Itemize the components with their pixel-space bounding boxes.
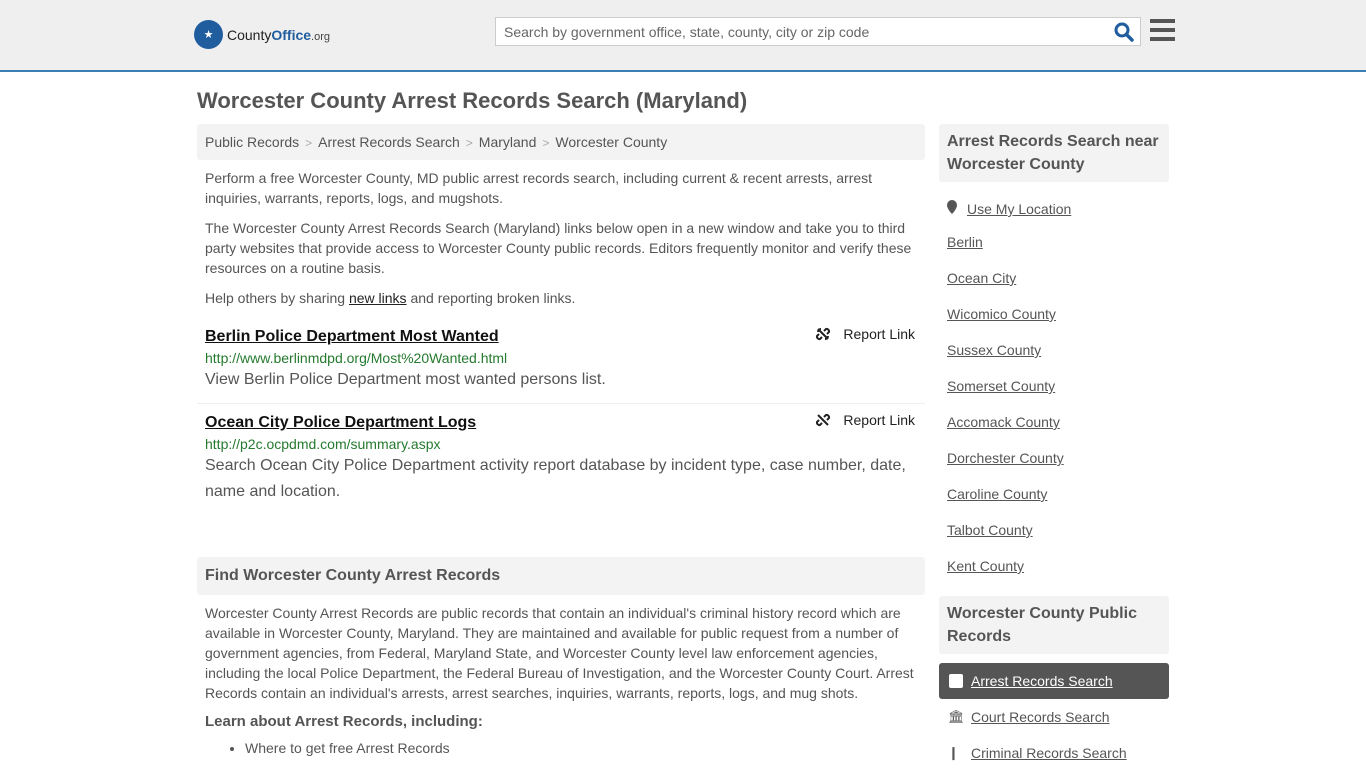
nearby-link-berlin[interactable]: Berlin (947, 234, 1161, 270)
find-section-body: Worcester County Arrest Records are publ… (205, 605, 914, 701)
sidebar-item-court-records[interactable]: 🏛 Court Records Search (939, 699, 1169, 735)
page-title: Worcester County Arrest Records Search (… (197, 88, 748, 113)
arrest-icon (949, 674, 963, 688)
search-box (495, 17, 1141, 46)
breadcrumb-arrest-records[interactable]: Arrest Records Search (318, 134, 460, 150)
nearby-link-sussex[interactable]: Sussex County (947, 342, 1161, 378)
find-section-heading: Find Worcester County Arrest Records (197, 557, 925, 595)
link-description: Search Ocean City Police Department acti… (205, 457, 906, 500)
map-pin-icon (947, 200, 957, 214)
sidebar-item-label[interactable]: Criminal Records Search (971, 745, 1127, 761)
nearby-link-caroline[interactable]: Caroline County (947, 486, 1161, 522)
logo-accent: Office (271, 26, 312, 43)
site-header: ★ CountyOffice.org (0, 0, 1366, 72)
logo-eagle-icon: ★ (194, 20, 223, 49)
nearby-heading: Arrest Records Search near Worcester Cou… (939, 124, 1169, 182)
intro-disclaimer: The Worcester County Arrest Records Sear… (205, 220, 912, 276)
public-records-heading: Worcester County Public Records (939, 596, 1169, 654)
logo-text: County (227, 26, 272, 43)
nearby-link-kent[interactable]: Kent County (947, 558, 1161, 594)
list-item: Berlin Police Department Most Wanted Rep… (197, 318, 925, 404)
nearby-link-wicomico[interactable]: Wicomico County (947, 306, 1161, 342)
learn-list: Where to get free Arrest Records (197, 730, 925, 756)
sidebar-item-label[interactable]: Arrest Records Search (971, 673, 1113, 689)
broken-link-icon (816, 413, 831, 427)
sidebar: Arrest Records Search near Worcester Cou… (939, 124, 1169, 771)
report-link-button[interactable]: Report Link (815, 326, 915, 342)
broken-link-icon (816, 327, 831, 341)
nearby-link-talbot[interactable]: Talbot County (947, 522, 1161, 558)
nearby-link-ocean-city[interactable]: Ocean City (947, 270, 1161, 306)
link-title[interactable]: Ocean City Police Department Logs (205, 414, 476, 432)
breadcrumb-public-records[interactable]: Public Records (205, 134, 299, 150)
learn-heading: Learn about Arrest Records, including: (205, 713, 483, 730)
link-url: http://www.berlinmdpd.org/Most%20Wanted.… (205, 350, 508, 366)
logo[interactable]: ★ CountyOffice.org (194, 20, 330, 49)
share-note: Help others by sharing new links and rep… (205, 288, 917, 308)
share-post: and reporting broken links. (406, 290, 576, 306)
list-item: Ocean City Police Department Logs Report… (197, 404, 925, 515)
main-content: Public Records > Arrest Records Search > Mar… (197, 124, 925, 756)
breadcrumb-maryland[interactable]: Maryland (479, 134, 537, 150)
search-icon[interactable] (1114, 22, 1134, 42)
courthouse-icon: 🏛 (948, 709, 965, 724)
sidebar-item-criminal-records[interactable]: ❙ Criminal Records Search (939, 735, 1169, 771)
breadcrumb: Public Records > Arrest Records Search > Mar… (197, 124, 925, 160)
share-pre: Help others by sharing (205, 290, 349, 306)
use-my-location-label: Use My Location (967, 201, 1072, 217)
nearby-link-accomack[interactable]: Accomack County (947, 414, 1161, 450)
search-input[interactable] (496, 18, 1096, 45)
sidebar-item-label[interactable]: Court Records Search (971, 709, 1110, 725)
sidebar-item-arrest-records[interactable]: Arrest Records Search (939, 663, 1169, 699)
breadcrumb-worcester-county[interactable]: Worcester County (555, 134, 667, 150)
criminal-icon: ❙ (948, 745, 959, 760)
use-my-location-link[interactable]: Use My Location (947, 198, 1161, 234)
link-url: http://p2c.ocpdmd.com/summary.aspx (205, 436, 441, 452)
learn-list-item: Where to get free Arrest Records (245, 740, 925, 756)
report-link-label: Report Link (843, 326, 915, 342)
report-link-button[interactable]: Report Link (815, 412, 915, 428)
link-description: View Berlin Police Department most wante… (205, 371, 606, 388)
intro-text: Perform a free Worcester County, MD publ… (205, 170, 873, 206)
report-link-label: Report Link (843, 412, 915, 428)
logo-suffix: .org (311, 30, 331, 43)
nearby-link-somerset[interactable]: Somerset County (947, 378, 1161, 414)
link-title[interactable]: Berlin Police Department Most Wanted (205, 328, 499, 346)
nearby-link-dorchester[interactable]: Dorchester County (947, 450, 1161, 486)
new-links-link[interactable]: new links (349, 290, 407, 306)
hamburger-menu-icon[interactable] (1150, 19, 1175, 41)
